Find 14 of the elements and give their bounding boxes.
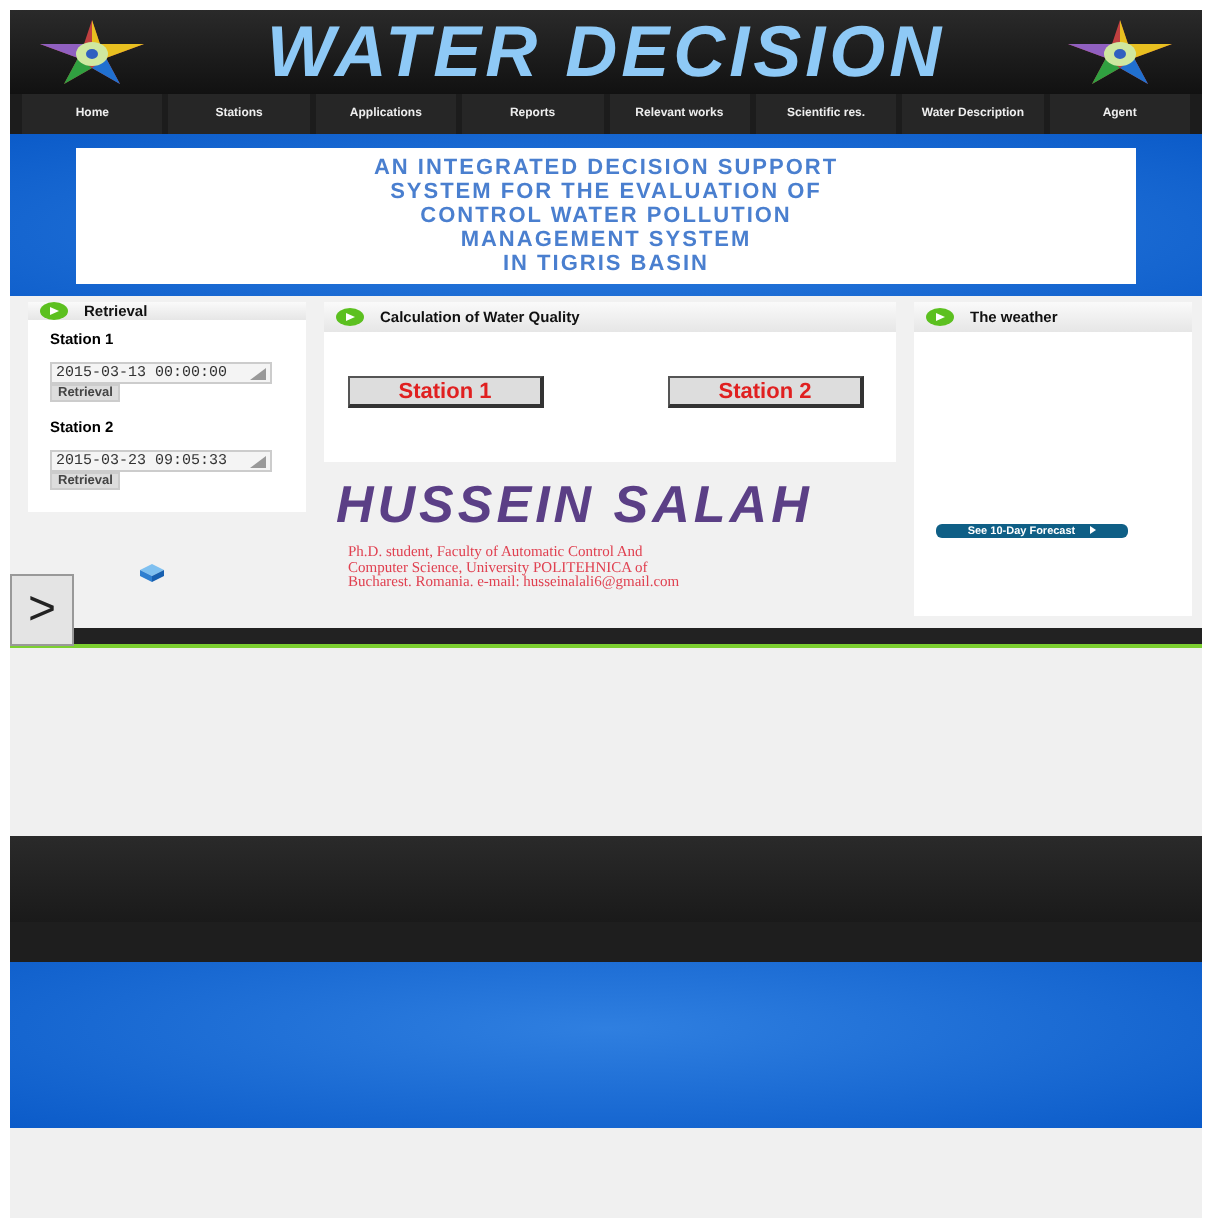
play-icon	[926, 308, 954, 327]
site-title: WATER DECISION	[266, 10, 946, 95]
play-icon	[336, 308, 364, 327]
star-logo-icon	[1066, 18, 1174, 87]
star-logo-icon	[38, 18, 146, 87]
side-tab-button[interactable]: >	[10, 574, 74, 647]
station-button[interactable]: Station 1	[348, 376, 544, 409]
station-button[interactable]: Station 2	[668, 376, 864, 409]
banner-heading: AN INTEGRATED DECISION SUPPORT SYSTEM FOR THE EVALUATION OF CONTROL WATER POLLUTION MANAGEMENT SYSTEM IN TIGRIS BASIN	[76, 147, 1136, 284]
resize-grip-icon	[250, 367, 266, 380]
arrow-icon	[1090, 525, 1097, 534]
author-name: HUSSEIN SALAH	[336, 474, 815, 537]
resize-grip-icon	[250, 455, 266, 468]
cube-icon	[140, 564, 164, 583]
